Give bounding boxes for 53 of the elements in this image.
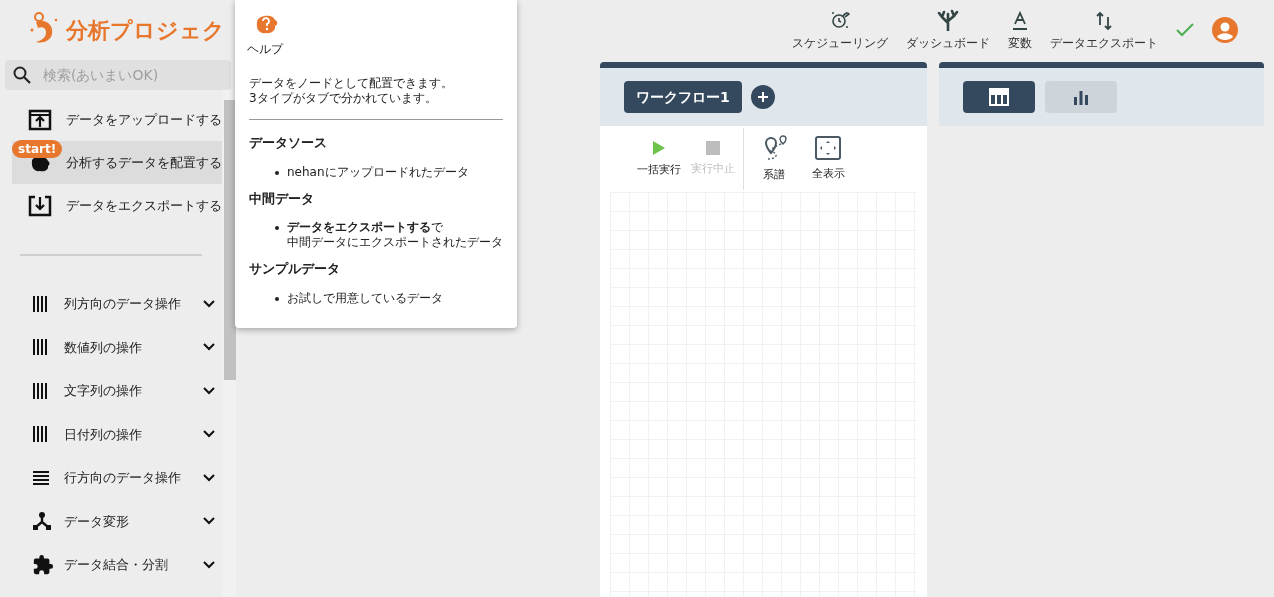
table-icon bbox=[989, 88, 1009, 106]
workflow-tab[interactable]: ワークフロー1 bbox=[624, 81, 742, 113]
search-field[interactable]: 検索(あいまいOK) bbox=[5, 60, 231, 90]
category-item[interactable]: 行方向のデータ操作 bbox=[0, 456, 222, 500]
header-nav-button[interactable]: データエクスポート bbox=[1050, 11, 1158, 52]
help-title: ヘルプ bbox=[247, 41, 283, 58]
rows-icon bbox=[32, 469, 50, 486]
toolbar-button[interactable]: 系譜 bbox=[747, 131, 801, 187]
header-nav-button[interactable]: スケジューリング bbox=[792, 9, 888, 52]
section-heading: データソース bbox=[249, 134, 328, 152]
logo-text: 分析プロジェク bbox=[66, 16, 225, 45]
search-icon bbox=[13, 66, 31, 84]
section-heading: 中間データ bbox=[249, 189, 315, 208]
stop-icon bbox=[706, 140, 720, 155]
swap-vertical-icon bbox=[1095, 11, 1113, 31]
bar-chart-icon bbox=[1073, 89, 1089, 105]
category-item[interactable]: 列方向のデータ操作 bbox=[0, 282, 222, 326]
sidebar-action[interactable]: データをアップロードする bbox=[12, 98, 222, 141]
plus-icon bbox=[756, 91, 769, 103]
columns-icon bbox=[32, 338, 48, 357]
table-view-tab[interactable] bbox=[963, 81, 1035, 113]
add-tab-button[interactable] bbox=[750, 85, 775, 109]
category-item[interactable]: 文字列の操作 bbox=[0, 369, 222, 413]
section-item-line: nehanにアップロードれたデータ bbox=[287, 164, 469, 180]
chart-view-tab[interactable] bbox=[1045, 81, 1117, 113]
toolbar-button[interactable]: 一括実行 bbox=[632, 131, 686, 187]
help-intro: データをノードとして配置できます。 3タイプがタブで分かれています。 bbox=[249, 76, 454, 106]
category-item[interactable]: データ変形 bbox=[0, 499, 222, 543]
puzzle-icon bbox=[32, 553, 54, 576]
toolbar-button[interactable]: 全表示 bbox=[801, 131, 855, 187]
branch-icon bbox=[32, 511, 52, 532]
header-nav-button[interactable]: 変数 bbox=[1008, 11, 1032, 52]
columns-icon bbox=[32, 425, 48, 444]
sidebar-action[interactable]: データをエクスポートする bbox=[12, 184, 222, 227]
category-item[interactable]: 数値列の操作 bbox=[0, 325, 222, 369]
header-nav-button[interactable]: ダッシュボード bbox=[906, 9, 990, 52]
download-icon bbox=[28, 193, 52, 218]
section-item-line: お試しで用意しているデータ bbox=[287, 290, 443, 306]
start-badge: start! bbox=[12, 140, 63, 158]
section-item-line: データをエクスポートするで bbox=[287, 220, 444, 235]
section-heading: サンプルデータ bbox=[249, 260, 341, 278]
upload-icon bbox=[28, 107, 52, 132]
section-item-line: 中間データにエクスポートされたデータ bbox=[287, 235, 503, 250]
avatar-icon[interactable] bbox=[1212, 17, 1238, 43]
sidebar-action[interactable]: 分析するデータを配置する start! bbox=[12, 141, 222, 184]
fit-screen-icon bbox=[815, 135, 841, 160]
play-icon bbox=[652, 139, 666, 156]
scrollbar[interactable] bbox=[222, 90, 236, 597]
text-underline-icon bbox=[1011, 11, 1029, 31]
columns-icon bbox=[32, 381, 48, 400]
category-item[interactable]: 日付列の操作 bbox=[0, 412, 222, 456]
columns-icon bbox=[32, 294, 48, 313]
category-item[interactable]: データ結合・分割 bbox=[0, 543, 222, 587]
